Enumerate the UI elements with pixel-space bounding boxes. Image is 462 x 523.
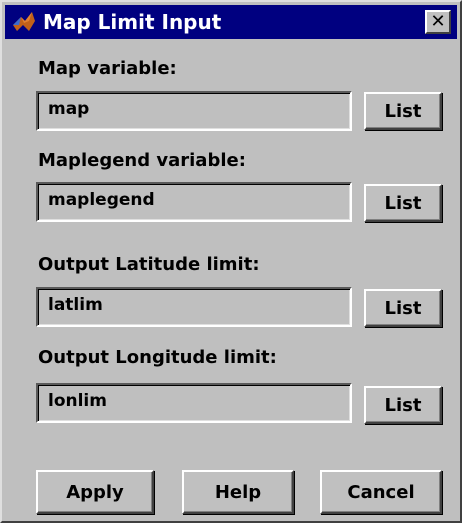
close-button[interactable]: ✕	[425, 10, 451, 34]
maplegend-variable-label: Maplegend variable:	[38, 150, 246, 171]
help-button[interactable]: Help	[182, 470, 294, 514]
map-variable-input[interactable]: map	[36, 91, 352, 131]
map-limit-input-dialog: Map Limit Input ✕ Map variable: map List…	[0, 0, 462, 523]
output-latitude-limit-input[interactable]: latlim	[36, 287, 352, 327]
window-title: Map Limit Input	[43, 10, 222, 34]
cancel-button[interactable]: Cancel	[320, 470, 442, 514]
output-longitude-limit-label: Output Longitude limit:	[38, 347, 277, 368]
output-latitude-limit-label: Output Latitude limit:	[38, 254, 260, 275]
output-longitude-limit-input[interactable]: lonlim	[36, 383, 352, 423]
output-longitude-limit-list-button[interactable]: List	[364, 386, 442, 424]
map-variable-list-button[interactable]: List	[364, 92, 442, 130]
apply-button[interactable]: Apply	[36, 470, 154, 514]
maplegend-variable-list-button[interactable]: List	[364, 184, 442, 222]
maplegend-variable-input[interactable]: maplegend	[36, 182, 352, 222]
map-variable-label: Map variable:	[38, 58, 177, 79]
output-latitude-limit-list-button[interactable]: List	[364, 289, 442, 327]
matlab-icon	[11, 9, 37, 35]
title-bar[interactable]: Map Limit Input ✕	[5, 5, 457, 39]
close-icon: ✕	[430, 11, 446, 32]
